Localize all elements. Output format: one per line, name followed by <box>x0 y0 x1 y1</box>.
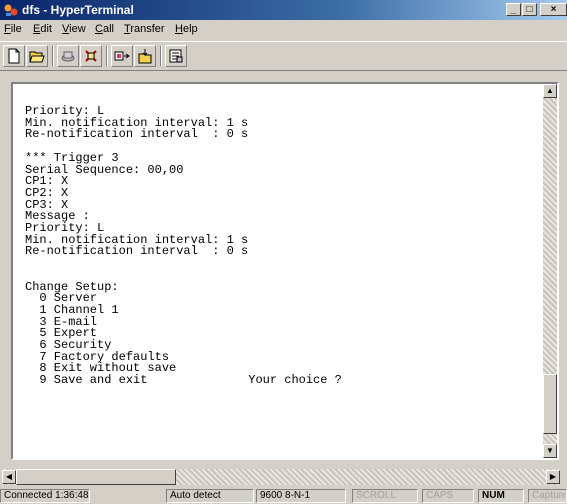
menu-call[interactable]: Call <box>95 23 114 35</box>
scroll-right-button[interactable]: ▶ <box>546 470 560 484</box>
vertical-scroll-thumb[interactable] <box>543 374 557 434</box>
status-num: NUM <box>478 489 524 503</box>
status-scroll: SCROLL <box>352 489 418 503</box>
toolbar-separator <box>160 46 162 66</box>
window-title: dfs - HyperTerminal <box>22 3 134 17</box>
menu-edit[interactable]: Edit <box>33 23 52 35</box>
horizontal-scroll-thumb[interactable] <box>16 469 176 485</box>
status-caps: CAPS <box>422 489 474 503</box>
close-button[interactable]: × <box>540 3 567 16</box>
status-bar: Connected 1:36:48 Auto detect 9600 8-N-1… <box>0 488 567 504</box>
scroll-left-button[interactable]: ◀ <box>2 470 16 484</box>
disconnect-icon <box>85 50 97 62</box>
menu-call-label: all <box>102 23 114 35</box>
title-bar[interactable]: dfs - HyperTerminal _ □ × <box>0 0 567 20</box>
status-port-settings: 9600 8-N-1 <box>256 489 346 503</box>
menu-help-accel: H <box>175 23 183 35</box>
menu-bar: File Edit View Call Transfer Help <box>0 20 567 40</box>
menu-view[interactable]: View <box>62 23 86 35</box>
scroll-up-button[interactable]: ▲ <box>543 84 557 98</box>
send-button[interactable] <box>111 45 133 67</box>
connect-button[interactable] <box>57 45 79 67</box>
properties-icon <box>169 49 183 63</box>
menu-transfer-label: ransfer <box>130 23 165 35</box>
horizontal-scrollbar[interactable]: ◀ ▶ <box>2 469 560 485</box>
menu-file-accel: F <box>4 23 11 35</box>
receive-icon <box>138 49 152 64</box>
menu-edit-label: dit <box>40 23 52 35</box>
status-connected: Connected 1:36:48 <box>0 489 90 503</box>
properties-button[interactable] <box>165 45 187 67</box>
hyperterminal-app-icon[interactable] <box>3 2 19 18</box>
toolbar-separator <box>106 46 108 66</box>
scroll-down-button[interactable]: ▼ <box>543 444 557 458</box>
connect-icon <box>61 51 75 62</box>
menu-view-label: iew <box>69 23 86 35</box>
new-icon <box>8 48 20 64</box>
new-button[interactable] <box>3 45 25 67</box>
menu-help[interactable]: Help <box>175 23 198 35</box>
send-icon <box>114 51 130 61</box>
terminal-window[interactable]: Priority: L Min. notification interval: … <box>11 82 559 460</box>
toolbar-separator <box>52 46 54 66</box>
minimize-button[interactable]: _ <box>506 3 521 16</box>
menu-help-label: elp <box>182 23 198 35</box>
disconnect-button[interactable] <box>80 45 102 67</box>
open-button[interactable] <box>26 45 48 67</box>
toolbar <box>0 41 567 71</box>
menu-call-accel: C <box>95 23 103 35</box>
receive-button[interactable] <box>134 45 156 67</box>
maximize-button[interactable]: □ <box>522 3 537 16</box>
status-capture: Capture <box>528 489 567 503</box>
status-emulation: Auto detect <box>166 489 254 503</box>
menu-file[interactable]: File <box>4 23 22 35</box>
menu-file-label: ile <box>10 23 22 35</box>
menu-transfer[interactable]: Transfer <box>124 23 165 35</box>
open-icon <box>29 51 45 63</box>
vertical-scrollbar[interactable]: ▲ ▼ <box>543 84 557 458</box>
terminal-output[interactable]: Priority: L Min. notification interval: … <box>25 105 545 387</box>
